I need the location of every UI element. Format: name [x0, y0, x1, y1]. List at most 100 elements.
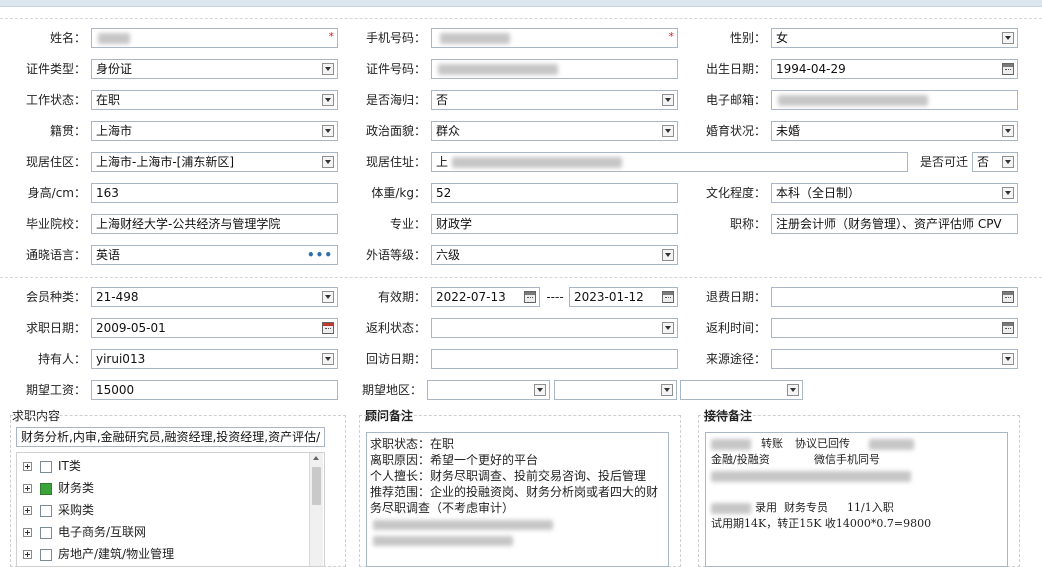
checkbox[interactable] [40, 460, 52, 473]
education-label: 文化程度： [705, 186, 766, 200]
calendar-icon[interactable] [1002, 322, 1014, 334]
checkbox[interactable] [40, 548, 52, 561]
scroll-thumb[interactable] [312, 467, 321, 505]
dropdown-arrow-icon[interactable] [662, 249, 674, 261]
height-field[interactable]: 163 [91, 183, 338, 203]
dropdown-arrow-icon[interactable] [322, 63, 334, 75]
address-field[interactable]: 上 [431, 152, 908, 172]
school-field[interactable]: 上海财经大学-公共经济与管理学院 [91, 214, 338, 234]
refund-date-label: 退费日期： [705, 290, 766, 304]
calendar-icon[interactable] [1002, 291, 1014, 303]
checkbox[interactable] [40, 482, 52, 495]
movable-label: 是否可迁 [919, 155, 968, 169]
language-field[interactable]: 英语 ••• [91, 245, 338, 265]
advisor-notes-textarea[interactable]: 求职状态：在职 离职原因：希望一个更好的平台 个人擅长：财务尽职调查、投前交易咨… [366, 432, 669, 567]
holder-select[interactable]: yirui013 [91, 349, 338, 369]
calendar-icon[interactable] [1002, 63, 1014, 75]
dropdown-arrow-icon[interactable] [1002, 125, 1014, 137]
tree-item-realestate[interactable]: 房地产/建筑/物业管理 [23, 544, 174, 564]
dropdown-arrow-icon[interactable] [1002, 156, 1014, 168]
tree-item-label: IT类 [58, 459, 81, 473]
expand-icon[interactable] [23, 550, 32, 559]
major-field[interactable]: 财政学 [431, 214, 678, 234]
calendar-icon[interactable] [322, 322, 334, 334]
dropdown-arrow-icon[interactable] [322, 125, 334, 137]
dropdown-arrow-icon[interactable] [322, 291, 334, 303]
birth-value: 1994-04-29 [776, 62, 846, 76]
job-date-field[interactable]: 2009-05-01 [91, 318, 338, 338]
expand-icon[interactable] [23, 462, 32, 471]
refund-date-field[interactable] [771, 287, 1018, 307]
rebate-status-select[interactable] [431, 318, 678, 338]
redacted-text [373, 520, 553, 530]
dropdown-arrow-icon[interactable] [787, 384, 799, 396]
dropdown-arrow-icon[interactable] [322, 156, 334, 168]
scrollbar[interactable] [309, 453, 323, 566]
dropdown-arrow-icon[interactable] [1002, 32, 1014, 44]
dropdown-arrow-icon[interactable] [534, 384, 546, 396]
region-city-select[interactable] [554, 380, 677, 400]
rebate-time-field[interactable] [771, 318, 1018, 338]
scroll-up-icon[interactable] [313, 456, 319, 460]
checkbox[interactable] [40, 504, 52, 517]
weight-field[interactable]: 52 [431, 183, 678, 203]
dropdown-arrow-icon[interactable] [322, 353, 334, 365]
residence-label: 现居住区： [25, 155, 86, 169]
expand-icon[interactable] [23, 528, 32, 537]
calendar-icon[interactable] [524, 291, 536, 303]
phone-field[interactable]: * [431, 28, 678, 48]
workstatus-select[interactable]: 在职 [91, 90, 338, 110]
email-field[interactable] [771, 90, 1018, 110]
job-content-summary-field[interactable]: 财务分析,内审,金融研究员,融资经理,投资经理,资产评估/ [16, 427, 325, 447]
salary-field[interactable]: 15000 [91, 380, 338, 400]
hometown-select[interactable]: 上海市 [91, 121, 338, 141]
job-category-tree[interactable]: IT类 财务类 采购类 电子商务/互联网 房地产/建筑/物业管理 [16, 452, 325, 567]
gender-select[interactable]: 女 [771, 28, 1018, 48]
movable-select[interactable]: 否 [972, 152, 1018, 172]
weight-label: 体重/kg： [371, 186, 426, 200]
name-field[interactable]: * [91, 28, 338, 48]
education-select[interactable]: 本科（全日制） [771, 183, 1018, 203]
birth-date-field[interactable]: 1994-04-29 [771, 59, 1018, 79]
reception-notes-textarea[interactable]: 转账 协议已回传 金融/投融资 微信手机同号 录用 财务专员 11/1入职 试用… [705, 432, 1008, 567]
residence-select[interactable]: 上海市-上海市-[浦东新区] [91, 152, 338, 172]
dropdown-arrow-icon[interactable] [662, 322, 674, 334]
note-line: 试用期14K，转正15K 收14000*0.7=9800 [709, 516, 1004, 532]
visit-date-field[interactable] [431, 349, 678, 369]
more-options-icon[interactable]: ••• [307, 246, 333, 264]
note-line: 务尽职调查（不考虑审计） [370, 501, 515, 515]
idno-field[interactable] [431, 59, 678, 79]
dropdown-arrow-icon[interactable] [1002, 187, 1014, 199]
dropdown-arrow-icon[interactable] [662, 94, 674, 106]
source-select[interactable] [771, 349, 1018, 369]
dropdown-arrow-icon[interactable] [322, 94, 334, 106]
school-label: 毕业院校： [25, 217, 86, 231]
valid-label: 有效期： [377, 290, 426, 304]
dropdown-arrow-icon[interactable] [1002, 353, 1014, 365]
expand-icon[interactable] [23, 484, 32, 493]
dropdown-arrow-icon[interactable] [662, 125, 674, 137]
returnee-select[interactable]: 否 [431, 90, 678, 110]
note-line [709, 468, 1004, 484]
langlevel-select[interactable]: 六级 [431, 245, 678, 265]
calendar-icon[interactable] [662, 291, 674, 303]
region-district-select[interactable] [680, 380, 803, 400]
idtype-select[interactable]: 身份证 [91, 59, 338, 79]
region-province-select[interactable] [427, 380, 550, 400]
tree-item-ecommerce[interactable]: 电子商务/互联网 [23, 522, 146, 542]
expand-icon[interactable] [23, 506, 32, 515]
valid-from-field[interactable]: 2022-07-13 [431, 287, 540, 307]
title-label: 职称： [729, 217, 766, 231]
tree-item-finance[interactable]: 财务类 [23, 478, 94, 498]
address-value: 上 [436, 155, 449, 169]
political-select[interactable]: 群众 [431, 121, 678, 141]
valid-to-field[interactable]: 2023-01-12 [569, 287, 678, 307]
title-field[interactable]: 注册会计师（财务管理）、资产评估师 CPV [771, 214, 1018, 234]
dropdown-arrow-icon[interactable] [661, 384, 673, 396]
member-type-select[interactable]: 21-498 [91, 287, 338, 307]
residence-value: 上海市-上海市-[浦东新区] [96, 155, 235, 169]
tree-item-procurement[interactable]: 采购类 [23, 500, 94, 520]
checkbox[interactable] [40, 526, 52, 539]
marital-select[interactable]: 未婚 [771, 121, 1018, 141]
tree-item-it[interactable]: IT类 [23, 456, 81, 476]
